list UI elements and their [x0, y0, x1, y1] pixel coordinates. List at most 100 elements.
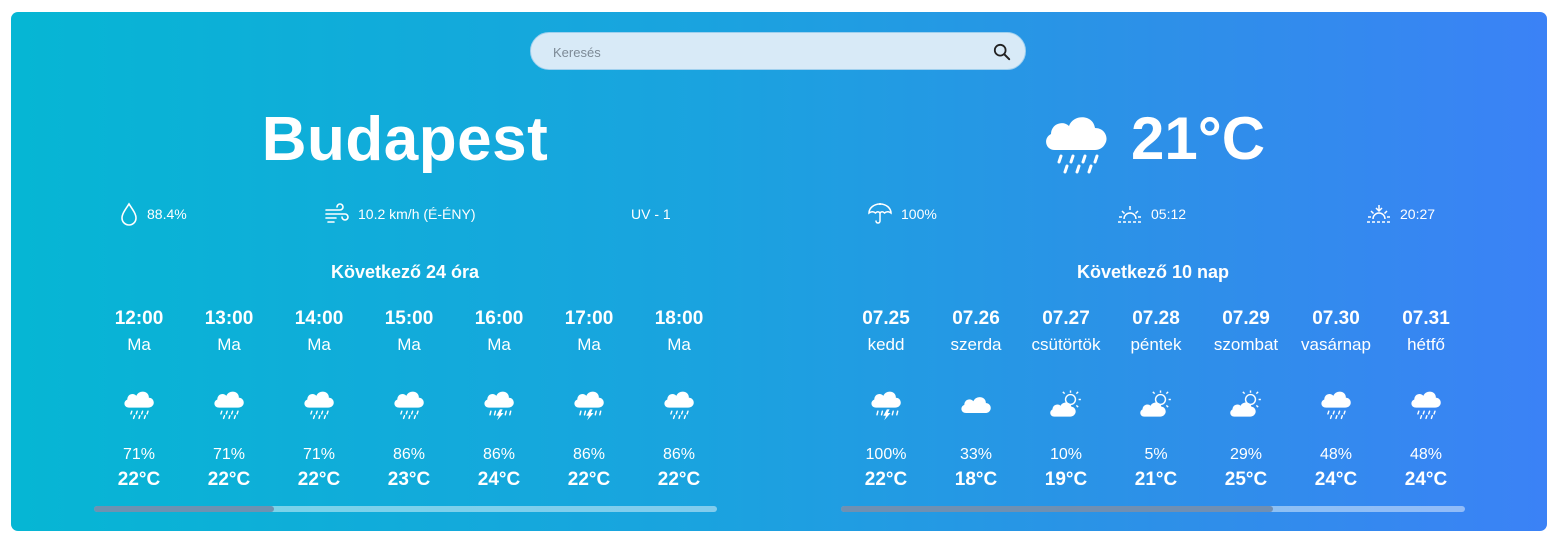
wind-icon — [325, 203, 349, 223]
hour-time: 18:00 — [654, 308, 704, 329]
daily-item: 07.28 péntek 5% 21°C — [1111, 306, 1201, 494]
sunset-value: 20:27 — [1400, 206, 1436, 222]
hour-precip: 71% — [122, 446, 156, 463]
thunderstorm-icon — [454, 386, 544, 422]
day-name: csütörtök — [1031, 335, 1101, 354]
day-name: péntek — [1130, 335, 1182, 354]
daily-item: 07.31 hétfő 48% 24°C — [1381, 306, 1471, 494]
partly-sunny-icon — [1201, 386, 1291, 422]
hourly-item: 18:00 Ma 86% 22°C — [634, 306, 724, 494]
daily-scrollbar[interactable] — [841, 506, 1465, 512]
day-precip: 33% — [959, 446, 993, 463]
hour-day: Ma — [397, 335, 421, 354]
hour-time: 12:00 — [114, 308, 164, 329]
hour-time: 13:00 — [204, 308, 254, 329]
day-date: 07.27 — [1042, 308, 1090, 329]
day-temp: 25°C — [1224, 469, 1268, 490]
hourly-item: 17:00 Ma 86% 22°C — [544, 306, 634, 494]
hour-time: 15:00 — [384, 308, 434, 329]
hour-day: Ma — [307, 335, 331, 354]
daily-item: 07.29 szombat 29% 25°C — [1201, 306, 1291, 494]
rain-icon — [634, 386, 724, 422]
daily-item: 07.30 vasárnap 48% 24°C — [1291, 306, 1381, 494]
hour-day: Ma — [667, 335, 691, 354]
daily-item: 07.25 kedd 100% 22°C — [841, 306, 931, 494]
search-bar[interactable] — [530, 32, 1026, 71]
humidity-value: 88.4% — [147, 206, 187, 222]
day-precip: 10% — [1049, 446, 1083, 463]
day-temp: 21°C — [1134, 469, 1178, 490]
hour-precip: 86% — [482, 446, 516, 463]
hour-day: Ma — [577, 335, 601, 354]
current-temp: 21°C — [1131, 105, 1266, 172]
search-icon[interactable] — [993, 43, 1011, 61]
daily-scrollbar-thumb[interactable] — [841, 506, 1273, 512]
precip-value: 100% — [901, 206, 937, 222]
day-date: 07.30 — [1312, 308, 1360, 329]
daily-item: 07.27 csütörtök 10% 19°C — [1021, 306, 1111, 494]
day-temp: 24°C — [1404, 469, 1448, 490]
day-precip: 29% — [1229, 446, 1263, 463]
hour-temp: 22°C — [297, 469, 341, 490]
uv-value: UV - 1 — [631, 206, 671, 222]
day-date: 07.31 — [1402, 308, 1450, 329]
hour-precip: 71% — [212, 446, 246, 463]
rain-icon — [364, 386, 454, 422]
rain-icon — [1291, 386, 1381, 422]
rain-icon — [184, 386, 274, 422]
hour-temp: 22°C — [567, 469, 611, 490]
rain-icon — [274, 386, 364, 422]
day-name: vasárnap — [1301, 335, 1371, 354]
rain-icon — [1381, 386, 1471, 422]
hourly-item: 14:00 Ma 71% 22°C — [274, 306, 364, 494]
weather-card: Budapest 21°C 88.4% 10.2 km/h (É-ÉNY) — [11, 12, 1547, 531]
day-date: 07.26 — [952, 308, 1000, 329]
hour-day: Ma — [127, 335, 151, 354]
hour-precip: 86% — [662, 446, 696, 463]
wind-value: 10.2 km/h (É-ÉNY) — [358, 206, 476, 222]
rain-cloud-icon — [1046, 117, 1107, 174]
hourly-item: 13:00 Ma 71% 22°C — [184, 306, 274, 494]
hourly-item: 16:00 Ma 86% 24°C — [454, 306, 544, 494]
hour-time: 14:00 — [294, 308, 344, 329]
day-precip: 100% — [865, 446, 907, 463]
hourly-scrollbar-thumb[interactable] — [94, 506, 274, 512]
hour-temp: 22°C — [657, 469, 701, 490]
sunset-stat: 20:27 — [1366, 202, 1435, 226]
search-input[interactable] — [551, 33, 985, 71]
hour-day: Ma — [487, 335, 511, 354]
day-name: szombat — [1213, 335, 1279, 354]
day-precip: 48% — [1409, 446, 1443, 463]
sunset-icon — [1367, 205, 1391, 223]
humidity-stat: 88.4% — [119, 202, 187, 226]
partly-sunny-icon — [1021, 386, 1111, 422]
day-temp: 24°C — [1314, 469, 1358, 490]
day-date: 07.25 — [862, 308, 910, 329]
day-temp: 18°C — [954, 469, 998, 490]
day-name: kedd — [867, 335, 905, 354]
hourly-item: 15:00 Ma 86% 23°C — [364, 306, 454, 494]
day-temp: 19°C — [1044, 469, 1088, 490]
hour-time: 16:00 — [474, 308, 524, 329]
day-date: 07.29 — [1222, 308, 1270, 329]
rain-icon — [94, 386, 184, 422]
hour-time: 17:00 — [564, 308, 614, 329]
cloud-icon — [931, 386, 1021, 422]
day-name: szerda — [950, 335, 1002, 354]
hourly-item: 12:00 Ma 71% 22°C — [94, 306, 184, 494]
sunrise-stat: 05:12 — [1117, 202, 1186, 226]
hour-temp: 22°C — [207, 469, 251, 490]
day-date: 07.28 — [1132, 308, 1180, 329]
droplet-icon — [121, 202, 137, 226]
day-precip: 48% — [1319, 446, 1353, 463]
uv-stat: UV - 1 — [631, 202, 671, 226]
hour-precip: 71% — [302, 446, 336, 463]
precip-stat: 100% — [867, 202, 937, 226]
hourly-scrollbar[interactable] — [94, 506, 717, 512]
sunrise-icon — [1118, 206, 1142, 223]
umbrella-icon — [868, 203, 892, 224]
hour-day: Ma — [217, 335, 241, 354]
wind-stat: 10.2 km/h (É-ÉNY) — [324, 202, 475, 226]
thunderstorm-icon — [544, 386, 634, 422]
partly-sunny-icon — [1111, 386, 1201, 422]
